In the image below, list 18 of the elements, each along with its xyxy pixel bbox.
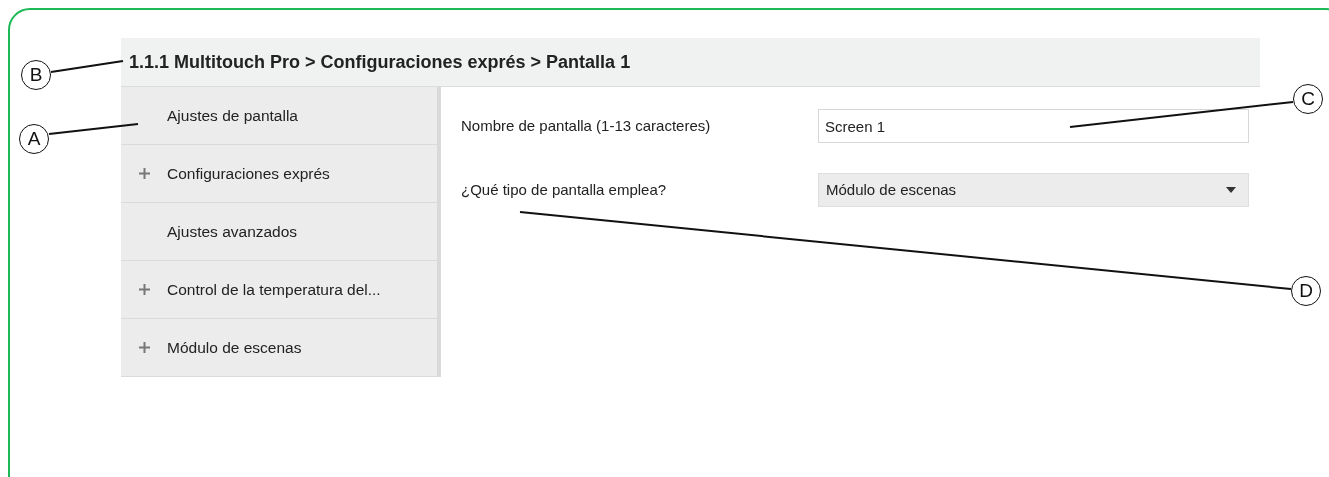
input-field[interactable]: Screen 1	[818, 109, 1249, 143]
dropdown[interactable]: Módulo de escenas	[818, 173, 1249, 207]
plus-icon	[138, 342, 150, 353]
field-label: Nombre de pantalla (1-13 caracteres)	[461, 115, 712, 136]
sidebar-item[interactable]: Ajustes avanzados	[121, 203, 437, 261]
plus-icon	[138, 284, 150, 295]
plus-icon	[138, 168, 150, 179]
sidebar-item[interactable]: Control de la temperatura del...	[121, 261, 437, 319]
sidebar-item[interactable]: Ajustes de pantalla	[121, 87, 437, 145]
breadcrumb-bar: 1.1.1 Multitouch Pro > Configuraciones exprés > Pantalla 1	[121, 38, 1260, 87]
callout-marker: C	[1293, 84, 1323, 114]
caret-icon	[1226, 187, 1236, 193]
sidebar-item[interactable]: Módulo de escenas	[121, 319, 437, 377]
field-label: ¿Qué tipo de pantalla emplea?	[461, 179, 668, 200]
callout-marker: B	[21, 60, 51, 90]
callout-marker: D	[1291, 276, 1321, 306]
sidebar-item[interactable]: Configuraciones exprés	[121, 145, 437, 203]
callout-marker: A	[19, 124, 49, 154]
